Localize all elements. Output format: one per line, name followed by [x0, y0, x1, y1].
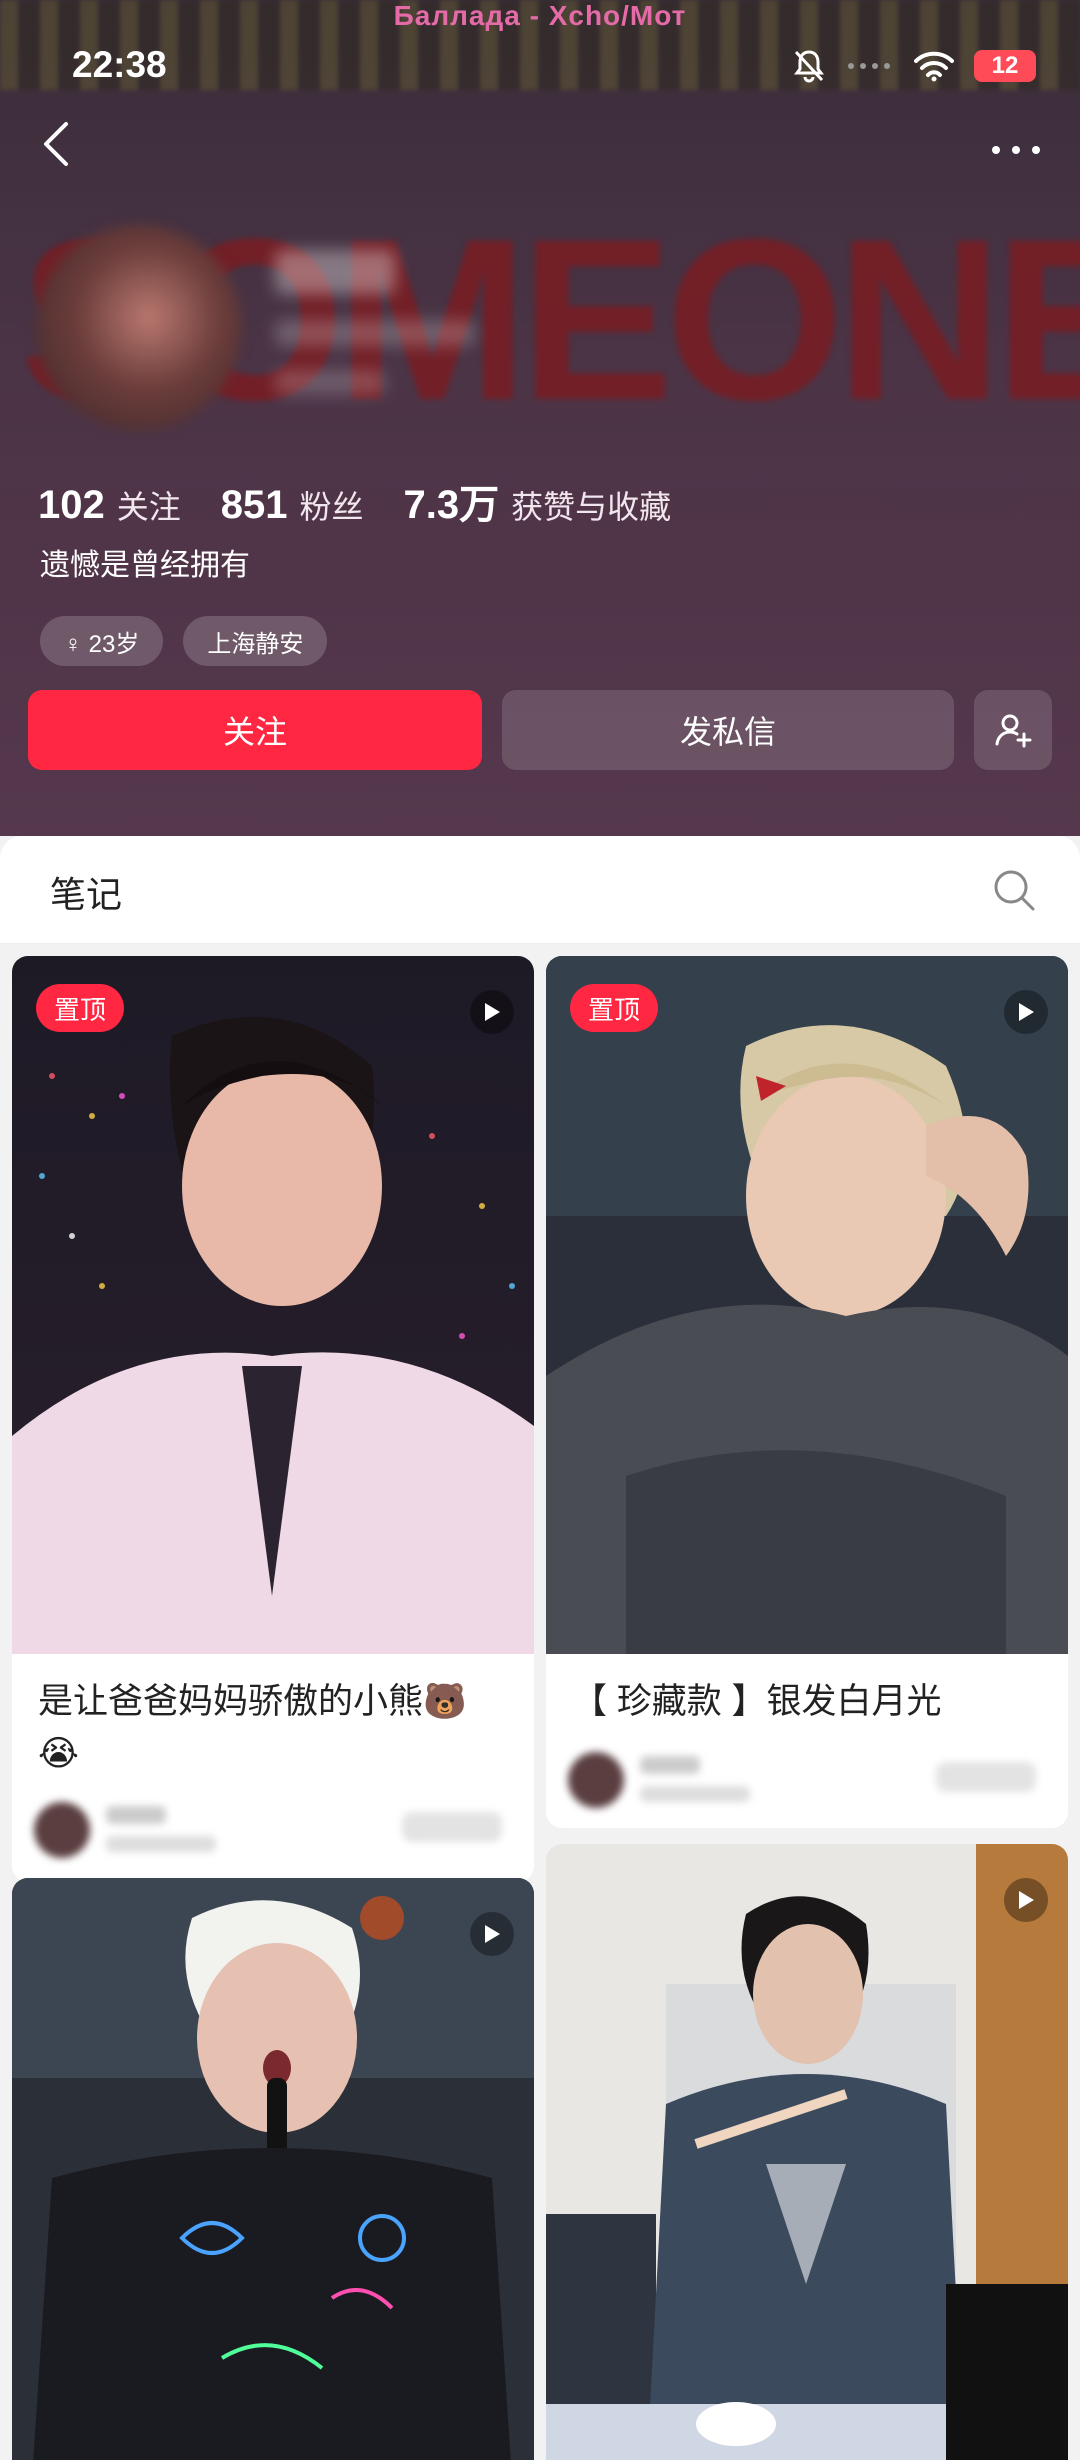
add-friend-button[interactable]: [974, 690, 1052, 770]
video-badge: [1004, 990, 1048, 1034]
ip-location-redacted: [275, 370, 385, 394]
profile-tags: ♀ 23岁 上海静安: [40, 616, 328, 666]
avatar[interactable]: [36, 225, 241, 430]
stat-followers[interactable]: 851 粉丝: [221, 482, 364, 528]
play-icon: [1019, 1891, 1034, 1909]
note-author-meta-redacted: [34, 1796, 512, 1866]
note-title-line: 【 珍藏款 】银发白月光: [572, 1682, 942, 1721]
profile-header: SOMEONE Баллада - Xcho/Мот 22:38 12 102 …: [0, 0, 1080, 836]
profile-stats: 102 关注 851 粉丝 7.3万 获赞与收藏: [38, 472, 671, 530]
note-title-line: 😭: [38, 1734, 79, 1773]
stat-following-label: 关注: [116, 489, 181, 525]
user-id-redacted: [275, 320, 475, 346]
profile-actions: 关注 发私信: [28, 690, 1052, 770]
message-button[interactable]: 发私信: [502, 690, 954, 770]
wifi-icon: [914, 51, 954, 82]
play-icon: [1019, 1003, 1034, 1021]
tag-age: ♀ 23岁: [40, 616, 164, 666]
note-cover-image: [12, 1878, 534, 2460]
now-playing-title: Баллада - Xcho/Мот: [393, 0, 687, 31]
note-cover-image: [546, 956, 1068, 1654]
note-title: 是让爸爸妈妈骄傲的小熊🐻 😭: [38, 1676, 518, 1780]
more-options-icon[interactable]: [988, 140, 1044, 160]
pinned-badge: 置顶: [570, 984, 659, 1032]
note-card[interactable]: 置顶 是让爸爸妈妈骄傲的小熊🐻 😭: [12, 956, 534, 1882]
stat-following-count: 102: [38, 483, 105, 527]
add-user-icon: [995, 714, 1032, 748]
note-cover-image: [546, 1844, 1068, 2460]
video-badge: [470, 1912, 514, 1956]
note-author-meta-redacted: [568, 1746, 1046, 1816]
play-icon: [485, 1003, 500, 1021]
tag-location: 上海静安: [183, 616, 328, 666]
video-badge: [470, 990, 514, 1034]
notes-feed: 置顶 是让爸爸妈妈骄傲的小熊🐻 😭 置顶 【 珍藏款 】银发白月光: [0, 944, 1080, 2460]
battery-level: 12: [991, 52, 1019, 79]
status-time: 22:38: [72, 44, 167, 85]
back-arrow-icon[interactable]: [36, 118, 76, 170]
battery-icon: 12: [974, 50, 1036, 82]
note-card[interactable]: [12, 1878, 534, 2460]
username-redacted: [275, 250, 395, 294]
tab-notes[interactable]: 笔记: [50, 866, 122, 918]
profile-bio: 遗憾是曾经拥有: [40, 549, 250, 582]
note-card[interactable]: [546, 1844, 1068, 2460]
note-cover-image: [12, 956, 534, 1654]
follow-button[interactable]: 关注: [28, 690, 482, 770]
stat-following[interactable]: 102 关注: [38, 482, 181, 528]
search-icon[interactable]: [992, 868, 1036, 912]
stat-likes-label: 获赞与收藏: [511, 489, 672, 525]
stat-followers-label: 粉丝: [299, 489, 364, 525]
stat-likes-count: 7.3万: [403, 483, 500, 527]
note-title: 【 珍藏款 】银发白月光: [572, 1676, 1052, 1728]
stat-followers-count: 851: [220, 483, 288, 527]
note-card[interactable]: 置顶 【 珍藏款 】银发白月光: [546, 956, 1068, 1828]
notes-tab-bar: 笔记: [0, 836, 1080, 944]
pinned-badge: 置顶: [36, 984, 125, 1032]
play-icon: [485, 1925, 500, 1943]
stat-likes[interactable]: 7.3万 获赞与收藏: [404, 472, 672, 530]
mute-bell-icon: [794, 50, 824, 83]
status-icons: 12: [792, 48, 1036, 84]
video-badge: [1004, 1878, 1048, 1922]
signal-dots-icon: [848, 63, 890, 69]
note-title-line: 是让爸爸妈妈骄傲的小熊🐻: [38, 1682, 467, 1721]
